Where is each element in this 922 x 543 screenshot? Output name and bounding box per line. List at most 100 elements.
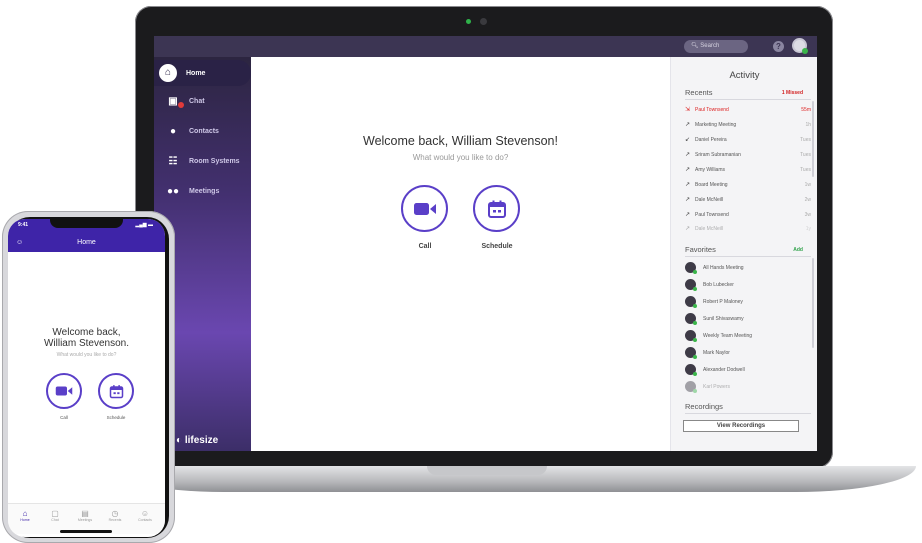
sidebar-item-room-systems[interactable]: ☷ Room Systems bbox=[154, 148, 251, 174]
recent-item[interactable]: ↙ Daniel Pereira Tues bbox=[685, 133, 811, 146]
phone-notch bbox=[50, 219, 123, 228]
recent-item[interactable]: ↗ Paul Townsend 3w bbox=[685, 208, 811, 221]
tab-chat[interactable]: ▢ Chat bbox=[42, 509, 68, 522]
favorite-item[interactable]: Weekly Team Meeting bbox=[685, 328, 811, 343]
favorite-item[interactable]: All Hands Meeting bbox=[685, 260, 811, 275]
user-avatar[interactable] bbox=[792, 38, 808, 54]
schedule-label: Schedule bbox=[481, 243, 513, 250]
recent-item[interactable]: ↗ Sriram Subramanian Tues bbox=[685, 148, 811, 161]
missed-count[interactable]: 1 Missed bbox=[782, 90, 803, 96]
group-avatar bbox=[685, 330, 697, 342]
activity-panel: Activity Recents 1 Missed ⇲ Paul Townsen… bbox=[670, 57, 817, 451]
tab-meetings[interactable]: ▤ Meetings bbox=[72, 509, 98, 522]
outgoing-call-icon: ↗ bbox=[685, 226, 691, 232]
outgoing-call-icon: ↗ bbox=[685, 182, 691, 188]
add-favorite-button[interactable]: Add bbox=[793, 247, 803, 253]
avatar bbox=[685, 381, 697, 393]
chat-icon: ▢ bbox=[51, 509, 59, 518]
mobile-welcome-line1: Welcome back, bbox=[52, 327, 121, 338]
view-recordings-button[interactable]: View Recordings bbox=[683, 420, 799, 432]
incoming-call-icon: ↙ bbox=[685, 137, 691, 143]
sidebar-item-label: Chat bbox=[189, 97, 205, 105]
mobile-subtitle: What would you like to do? bbox=[56, 352, 117, 358]
video-camera-icon bbox=[55, 386, 73, 396]
tab-recents[interactable]: ◷ Recents bbox=[102, 509, 128, 522]
call-button[interactable] bbox=[401, 185, 448, 232]
main-content: Welcome back, William Stevenson! What wo… bbox=[251, 57, 670, 451]
search-input[interactable]: 🔍︎ Search bbox=[684, 40, 748, 53]
mobile-header: 9:41 ▂▄▆ ▬ ☺ Home bbox=[8, 219, 165, 252]
top-bar: 🔍︎ Search ? bbox=[154, 36, 817, 57]
favorite-item[interactable]: Bob Lubecker bbox=[685, 277, 811, 292]
outgoing-call-icon: ↗ bbox=[685, 167, 691, 173]
recent-item[interactable]: ↗ Marketing Meeting 1h bbox=[685, 118, 811, 131]
mobile-welcome-line2: William Stevenson. bbox=[43, 338, 130, 349]
status-time: 9:41 bbox=[18, 222, 29, 228]
video-camera-icon bbox=[413, 202, 436, 215]
meetings-icon: ▤ bbox=[81, 509, 89, 518]
schedule-button[interactable] bbox=[473, 185, 520, 232]
brand-name: lifesize bbox=[184, 435, 219, 446]
recents-heading: Recents bbox=[685, 88, 713, 97]
sidebar-item-contacts[interactable]: ● Contacts bbox=[154, 118, 251, 144]
calendar-icon bbox=[487, 200, 506, 218]
recent-item[interactable]: ↗ Dale McNeill 2w bbox=[685, 193, 811, 206]
search-placeholder: Search bbox=[700, 43, 720, 49]
tab-home[interactable]: ⌂ Home bbox=[12, 509, 38, 522]
favorite-item[interactable]: Sunil Shivaswamy bbox=[685, 311, 811, 326]
status-icons: ▂▄▆ ▬ bbox=[135, 222, 153, 228]
sidebar-item-meetings[interactable]: ●● Meetings bbox=[154, 178, 251, 204]
welcome-subtitle: What would you like to do? bbox=[412, 153, 509, 162]
meetings-icon: ●● bbox=[166, 185, 180, 197]
avatar bbox=[685, 296, 697, 308]
calendar-icon bbox=[109, 384, 123, 398]
divider bbox=[685, 256, 811, 257]
contacts-icon: ☺ bbox=[140, 509, 150, 518]
favorites-scrollbar[interactable] bbox=[812, 258, 814, 348]
avatar bbox=[685, 347, 697, 359]
mobile-schedule-label: Schedule bbox=[106, 415, 126, 420]
recents-icon: ◷ bbox=[111, 509, 119, 518]
divider bbox=[685, 99, 811, 100]
laptop-notch bbox=[427, 466, 547, 475]
recent-item[interactable]: ↗ Board Meeting 1w bbox=[685, 178, 811, 191]
sidebar-item-chat[interactable]: ▣ Chat bbox=[154, 88, 251, 114]
avatar bbox=[685, 313, 697, 325]
help-icon[interactable]: ? bbox=[773, 41, 784, 52]
home-icon: ⌂ bbox=[22, 509, 28, 518]
tab-contacts[interactable]: ☺ Contacts bbox=[132, 509, 158, 522]
recent-item[interactable]: ↗ Amy Williams Tues bbox=[685, 163, 811, 176]
activity-title: Activity bbox=[729, 70, 760, 81]
recent-item[interactable]: ↗ Dale McNeill 1y bbox=[685, 222, 811, 235]
recordings-heading: Recordings bbox=[685, 402, 723, 411]
sidebar-item-label: Meetings bbox=[189, 187, 220, 195]
recents-scrollbar[interactable] bbox=[812, 101, 814, 177]
avatar bbox=[685, 279, 697, 291]
outgoing-call-icon: ↗ bbox=[685, 197, 691, 203]
favorite-item[interactable]: Karl Powers bbox=[685, 379, 811, 394]
desktop-app-window: 🔍︎ Search ? ⌂ Home ▣ Chat ● Contacts ☷ R… bbox=[154, 36, 817, 451]
missed-call-icon: ⇲ bbox=[685, 107, 691, 113]
mobile-call-label: Call bbox=[60, 415, 68, 420]
home-icon: ⌂ bbox=[159, 64, 177, 82]
recent-item[interactable]: ⇲ Paul Townsend 55m bbox=[685, 103, 811, 116]
search-icon: 🔍︎ bbox=[691, 43, 699, 49]
camera-lens bbox=[480, 18, 487, 25]
mobile-welcome: Welcome back, William Stevenson. bbox=[8, 327, 165, 349]
sidebar-item-label: Home bbox=[186, 69, 206, 77]
favorite-item[interactable]: Alexander Dodwell bbox=[685, 362, 811, 377]
avatar bbox=[685, 364, 697, 376]
outgoing-call-icon: ↗ bbox=[685, 212, 691, 218]
mobile-schedule-button[interactable] bbox=[98, 373, 134, 409]
mobile-app-screen: 9:41 ▂▄▆ ▬ ☺ Home Welcome back, William … bbox=[8, 219, 165, 537]
outgoing-call-icon: ↗ bbox=[685, 152, 691, 158]
lifesize-logo-icon: ◐ bbox=[176, 435, 185, 446]
unread-badge bbox=[178, 102, 184, 108]
mobile-call-button[interactable] bbox=[46, 373, 82, 409]
favorite-item[interactable]: Robert P Maloney bbox=[685, 294, 811, 309]
room-systems-icon: ☷ bbox=[168, 155, 178, 167]
favorite-item[interactable]: Mark Naylor bbox=[685, 345, 811, 360]
sidebar-item-label: Room Systems bbox=[189, 157, 240, 165]
sidebar-item-home[interactable]: ⌂ Home bbox=[154, 60, 251, 86]
call-label: Call bbox=[418, 243, 432, 250]
